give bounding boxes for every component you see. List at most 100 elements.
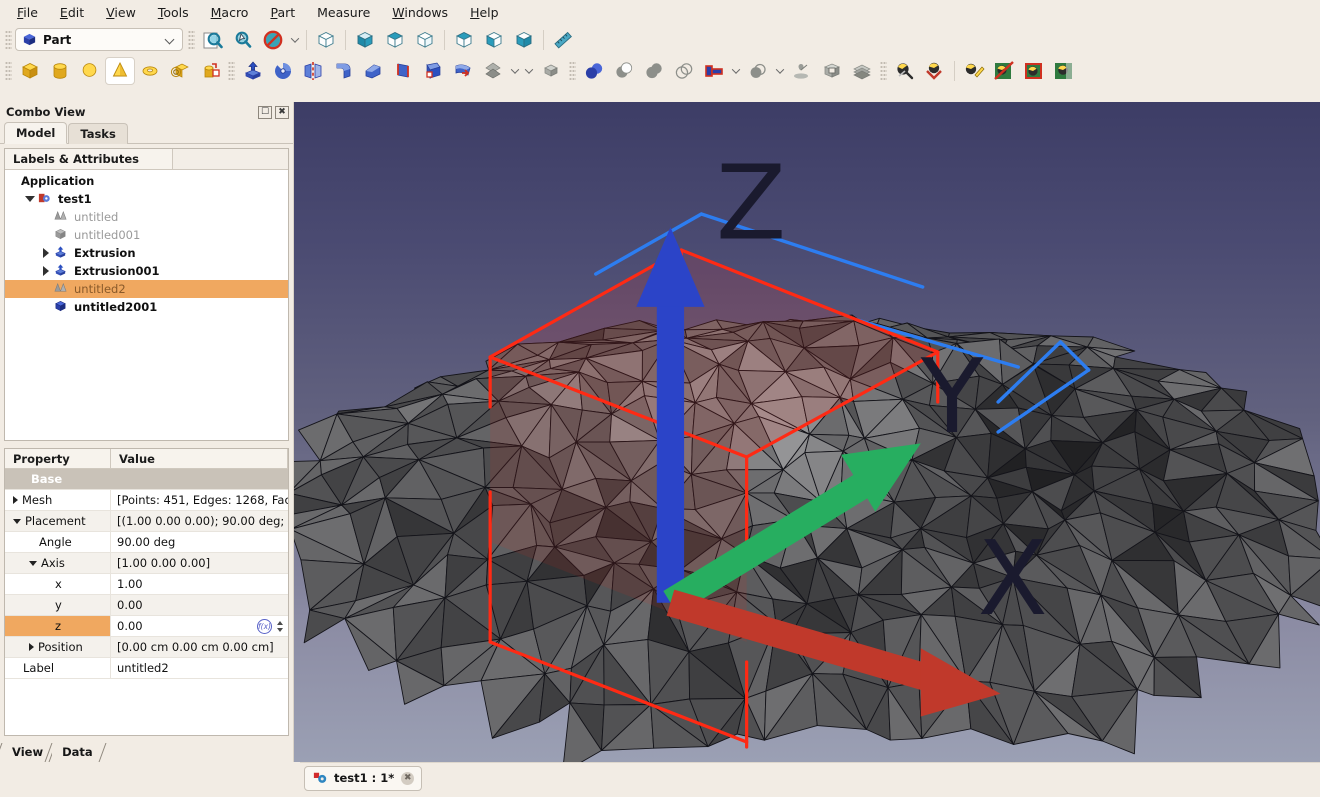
left-view-icon[interactable] [509, 26, 539, 54]
toolbar-grip-3[interactable] [5, 60, 12, 81]
attachment-icon[interactable] [787, 57, 817, 85]
view3d-canvas[interactable]: Z Y X [294, 102, 1320, 762]
tree-item[interactable]: untitled001 [5, 226, 288, 244]
tree-body[interactable]: Application test1 untitled untitled001 Extru… [5, 170, 288, 440]
offset-icon[interactable] [847, 57, 877, 85]
measure-toggle-delta-icon[interactable] [1049, 57, 1079, 85]
property-value-cell[interactable]: 1.00 [111, 574, 288, 594]
draw-style-icon[interactable] [258, 26, 288, 54]
draw-style-dropdown[interactable] [288, 26, 302, 54]
sweep-icon[interactable] [448, 57, 478, 85]
tree-item[interactable]: Extrusion001 [5, 262, 288, 280]
float-icon[interactable]: ☐ [258, 105, 272, 119]
chevron-down-icon[interactable] [13, 518, 21, 524]
property-row[interactable]: Mesh [Points: 451, Edges: 1268, Faces... [5, 490, 288, 511]
cylinder-icon[interactable] [45, 57, 75, 85]
menu-tools[interactable]: Tools [147, 2, 200, 23]
tree-item[interactable]: Application [5, 172, 288, 190]
section-dropdown[interactable] [508, 57, 522, 85]
property-row[interactable]: Placement [(1.00 0.00 0.00); 90.00 deg; (… [5, 511, 288, 532]
right-view-icon[interactable] [410, 26, 440, 54]
section-icon[interactable] [478, 57, 508, 85]
property-row[interactable]: y 0.00 [5, 595, 288, 616]
fillet-icon[interactable] [328, 57, 358, 85]
tab-model[interactable]: Model [4, 122, 68, 144]
measure-refresh-icon[interactable] [959, 57, 989, 85]
sphere-icon[interactable] [75, 57, 105, 85]
property-value-cell[interactable]: untitled2 [111, 658, 288, 678]
property-row[interactable]: Position [0.00 cm 0.00 cm 0.00 cm] [5, 637, 288, 658]
chevron-right-icon[interactable] [13, 496, 18, 504]
toolbar-grip-4[interactable] [228, 60, 235, 81]
close-icon[interactable]: ✖ [401, 771, 415, 785]
property-value-cell[interactable]: 0.00 f(x) [111, 616, 288, 636]
fit-all-icon[interactable] [198, 26, 228, 54]
thickness-icon[interactable] [817, 57, 847, 85]
section-dropdown-2[interactable] [522, 57, 536, 85]
property-value-cell[interactable]: [(1.00 0.00 0.00); 90.00 deg; (0.... [111, 511, 288, 531]
join-dropdown[interactable] [729, 57, 743, 85]
toolbar-grip[interactable] [5, 29, 12, 50]
property-row[interactable]: z 0.00 f(x) [5, 616, 288, 637]
rear-view-icon[interactable] [449, 26, 479, 54]
revolve-icon[interactable] [268, 57, 298, 85]
property-value-cell[interactable]: [Points: 451, Edges: 1268, Faces... [111, 490, 288, 510]
workbench-selector[interactable]: Part [15, 28, 183, 51]
property-value-cell[interactable]: 0.00 [111, 595, 288, 615]
compound-icon[interactable] [536, 57, 566, 85]
tree-item[interactable]: untitled [5, 208, 288, 226]
join-icon[interactable] [699, 57, 729, 85]
loft-icon[interactable] [418, 57, 448, 85]
boolean-icon[interactable] [579, 57, 609, 85]
extrude-icon[interactable] [238, 57, 268, 85]
tree-item[interactable]: test1 [5, 190, 288, 208]
property-rows[interactable]: Base Mesh [Points: 451, Edges: 1268, Faces… [5, 469, 288, 679]
toolbar-grip-6[interactable] [880, 60, 887, 81]
tube-icon[interactable] [165, 57, 195, 85]
chevron-down-icon[interactable] [29, 560, 37, 566]
menu-file[interactable]: File [6, 2, 49, 23]
measure-clear-all-icon[interactable] [1019, 57, 1049, 85]
intersection-icon[interactable] [669, 57, 699, 85]
property-value-cell[interactable]: [0.00 cm 0.00 cm 0.00 cm] [111, 637, 288, 657]
split-icon[interactable] [743, 57, 773, 85]
spinner-icon[interactable] [274, 617, 286, 636]
property-group-row[interactable]: Base [5, 469, 288, 490]
property-row[interactable]: Angle 90.00 deg [5, 532, 288, 553]
front-view-icon[interactable] [350, 26, 380, 54]
property-value-cell[interactable] [111, 469, 288, 489]
tree-item-selected[interactable]: untitled2 [5, 280, 288, 298]
menu-edit[interactable]: Edit [49, 2, 95, 23]
close-icon[interactable]: ✖ [275, 105, 289, 119]
isometric-view-icon[interactable] [311, 26, 341, 54]
property-row[interactable]: x 1.00 [5, 574, 288, 595]
menu-view[interactable]: View [95, 2, 147, 23]
split-dropdown[interactable] [773, 57, 787, 85]
tree-item[interactable]: Extrusion [5, 244, 288, 262]
measure-angular-icon[interactable] [920, 57, 950, 85]
fx-icon[interactable]: f(x) [257, 618, 272, 634]
torus-icon[interactable] [135, 57, 165, 85]
measure-icon[interactable] [548, 26, 578, 54]
menu-macro[interactable]: Macro [200, 2, 260, 23]
fit-selection-icon[interactable] [228, 26, 258, 54]
chevron-right-icon[interactable] [39, 248, 53, 258]
menu-part[interactable]: Part [259, 2, 306, 23]
tree-item[interactable]: untitled2001 [5, 298, 288, 316]
mirror-icon[interactable] [298, 57, 328, 85]
toolbar-grip-5[interactable] [569, 60, 576, 81]
chamfer-icon[interactable] [358, 57, 388, 85]
chevron-right-icon[interactable] [39, 266, 53, 276]
menu-windows[interactable]: Windows [381, 2, 459, 23]
union-icon[interactable] [639, 57, 669, 85]
box-icon[interactable] [15, 57, 45, 85]
property-value-cell[interactable]: 90.00 deg [111, 532, 288, 552]
tab-tasks[interactable]: Tasks [68, 123, 128, 144]
bottom-view-icon[interactable] [479, 26, 509, 54]
shape-builder-icon[interactable] [195, 57, 225, 85]
ruled-surface-icon[interactable] [388, 57, 418, 85]
cone-icon[interactable] [105, 56, 135, 85]
chevron-down-icon[interactable] [23, 196, 37, 202]
property-row[interactable]: Axis [1.00 0.00 0.00] [5, 553, 288, 574]
document-tab[interactable]: test1 : 1* ✖ [304, 765, 423, 791]
